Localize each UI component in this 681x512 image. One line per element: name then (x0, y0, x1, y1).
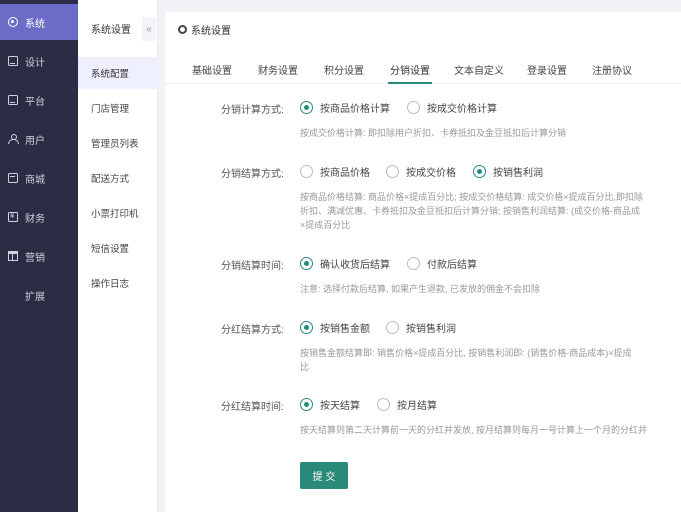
radio-dot (386, 321, 399, 334)
radio-label: 按销售利润 (493, 168, 543, 179)
radio-dot (300, 165, 313, 178)
page-title: 系统设置 (178, 22, 231, 37)
submenu-item-log[interactable]: 操作日志 (78, 267, 158, 299)
submenu-item-printer[interactable]: 小票打印机 (78, 197, 158, 229)
calc-method-label: 分销计算方式: (221, 105, 284, 116)
radio-settle-deal-price[interactable]: 按成交价格 (386, 164, 456, 179)
collapse-chevron-icon[interactable]: « (142, 17, 156, 41)
submenu-item-store[interactable]: 门店管理 (78, 92, 158, 124)
grid-icon (8, 290, 18, 300)
tab-finance[interactable]: 财务设置 (258, 62, 298, 77)
radio-label: 按天结算 (320, 401, 360, 412)
radio-dot (386, 165, 399, 178)
radio-label: 按成交价格计算 (427, 104, 497, 115)
submenu-item-system-config[interactable]: 系统配置 (78, 57, 158, 89)
radio-label: 按销售金额 (320, 324, 370, 335)
submenu-item-admins[interactable]: 管理员列表 (78, 127, 158, 159)
nav-item-label: 商城 (25, 174, 45, 186)
submenu-item-sms[interactable]: 短信设置 (78, 232, 158, 264)
bonus-method-label: 分红结算方式: (221, 325, 284, 336)
nav-item-user[interactable]: 用户 (0, 121, 78, 157)
tab-bar: 基础设置 财务设置 积分设置 分销设置 文本自定义 登录设置 注册协议 (165, 52, 681, 84)
settle-time-hint: 注意: 选择付款后结算, 如果产生退款, 已发放的佣金不会扣除 (300, 284, 541, 294)
nav-item-platform[interactable]: 平台 (0, 82, 78, 118)
calc-method-hint: 按成交价格计算: 即扣除用户折扣、卡券抵扣及金豆抵扣后计算分销 (300, 128, 567, 138)
design-icon (8, 56, 18, 66)
nav-item-extension[interactable]: 扩展 (0, 277, 78, 313)
radio-settle-after-receipt[interactable]: 确认收货后结算 (300, 256, 390, 271)
nav-item-finance[interactable]: 财务 (0, 199, 78, 235)
bonus-time-hint: 按天结算则第二天计算前一天的分红并发放, 按月结算则每月一号计算上一个月的分红并 (300, 425, 648, 435)
tab-distribution[interactable]: 分销设置 (388, 62, 432, 84)
settle-method-label: 分销结算方式: (221, 169, 284, 180)
radio-bonus-sales-amount[interactable]: 按销售金额 (300, 320, 370, 335)
nav-item-label: 设计 (25, 57, 45, 69)
main-nav: 系统 设计 平台 用户 商城 财务 营销 扩展 (0, 0, 78, 512)
radio-label: 按商品价格计算 (320, 104, 390, 115)
platform-icon (8, 95, 18, 105)
nav-item-label: 系统 (25, 18, 45, 30)
radio-label: 付款后结算 (427, 260, 477, 271)
settings-panel: 系统设置 基础设置 财务设置 积分设置 分销设置 文本自定义 登录设置 注册协议… (165, 12, 681, 512)
radio-settle-after-payment[interactable]: 付款后结算 (407, 256, 477, 271)
finance-icon (8, 211, 18, 222)
nav-item-system[interactable]: 系统 (0, 4, 78, 40)
radio-dot (407, 257, 420, 270)
tab-register-agreement[interactable]: 注册协议 (592, 62, 632, 77)
submenu: 系统设置 « 系统配置 门店管理 管理员列表 配送方式 小票打印机 短信设置 操… (78, 0, 158, 512)
nav-item-marketing[interactable]: 营销 (0, 238, 78, 274)
nav-item-label: 扩展 (25, 291, 45, 303)
radio-label: 按月结算 (397, 401, 437, 412)
submenu-item-delivery[interactable]: 配送方式 (78, 162, 158, 194)
nav-item-design[interactable]: 设计 (0, 43, 78, 79)
user-icon (8, 134, 19, 144)
nav-item-label: 用户 (25, 135, 45, 147)
radio-dot (300, 398, 313, 411)
radio-label: 按商品价格 (320, 168, 370, 179)
radio-label: 按成交价格 (406, 168, 456, 179)
page-title-text: 系统设置 (191, 26, 231, 37)
radio-label: 按销售利润 (406, 324, 456, 335)
radio-calc-product-price[interactable]: 按商品价格计算 (300, 100, 390, 115)
radio-dot (300, 321, 313, 334)
gear-icon (178, 25, 187, 34)
radio-dot (300, 257, 313, 270)
gift-icon (8, 251, 18, 261)
nav-item-label: 平台 (25, 96, 45, 108)
tab-text-custom[interactable]: 文本自定义 (454, 62, 504, 77)
radio-label: 确认收货后结算 (320, 260, 390, 271)
tab-basic[interactable]: 基础设置 (192, 62, 232, 77)
gear-icon (8, 17, 18, 27)
settle-time-label: 分销结算时间: (221, 261, 284, 272)
radio-bonus-monthly[interactable]: 按月结算 (377, 397, 437, 412)
nav-item-label: 营销 (25, 252, 45, 264)
bonus-method-hint: 按销售金额结算即: 销售价格×提成百分比, 按销售利润即: (销售价格-商品成本… (300, 348, 632, 372)
nav-item-label: 财务 (25, 213, 45, 225)
radio-dot (407, 101, 420, 114)
tab-login[interactable]: 登录设置 (527, 62, 567, 77)
radio-calc-deal-price[interactable]: 按成交价格计算 (407, 100, 497, 115)
settle-method-hint: 按商品价格结算: 商品价格×提成百分比; 按成交价格结算: 成交价格×提成百分比… (300, 192, 644, 230)
radio-dot (473, 165, 486, 178)
submit-button[interactable]: 提 交 (300, 462, 348, 489)
nav-item-mall[interactable]: 商城 (0, 160, 78, 196)
radio-dot (300, 101, 313, 114)
radio-settle-profit[interactable]: 按销售利润 (473, 164, 543, 179)
radio-settle-product-price[interactable]: 按商品价格 (300, 164, 370, 179)
bonus-time-label: 分红结算时间: (221, 402, 284, 413)
mall-icon (8, 173, 18, 183)
radio-bonus-sales-profit[interactable]: 按销售利润 (386, 320, 456, 335)
radio-bonus-daily[interactable]: 按天结算 (300, 397, 360, 412)
radio-dot (377, 398, 390, 411)
tab-points[interactable]: 积分设置 (324, 62, 364, 77)
